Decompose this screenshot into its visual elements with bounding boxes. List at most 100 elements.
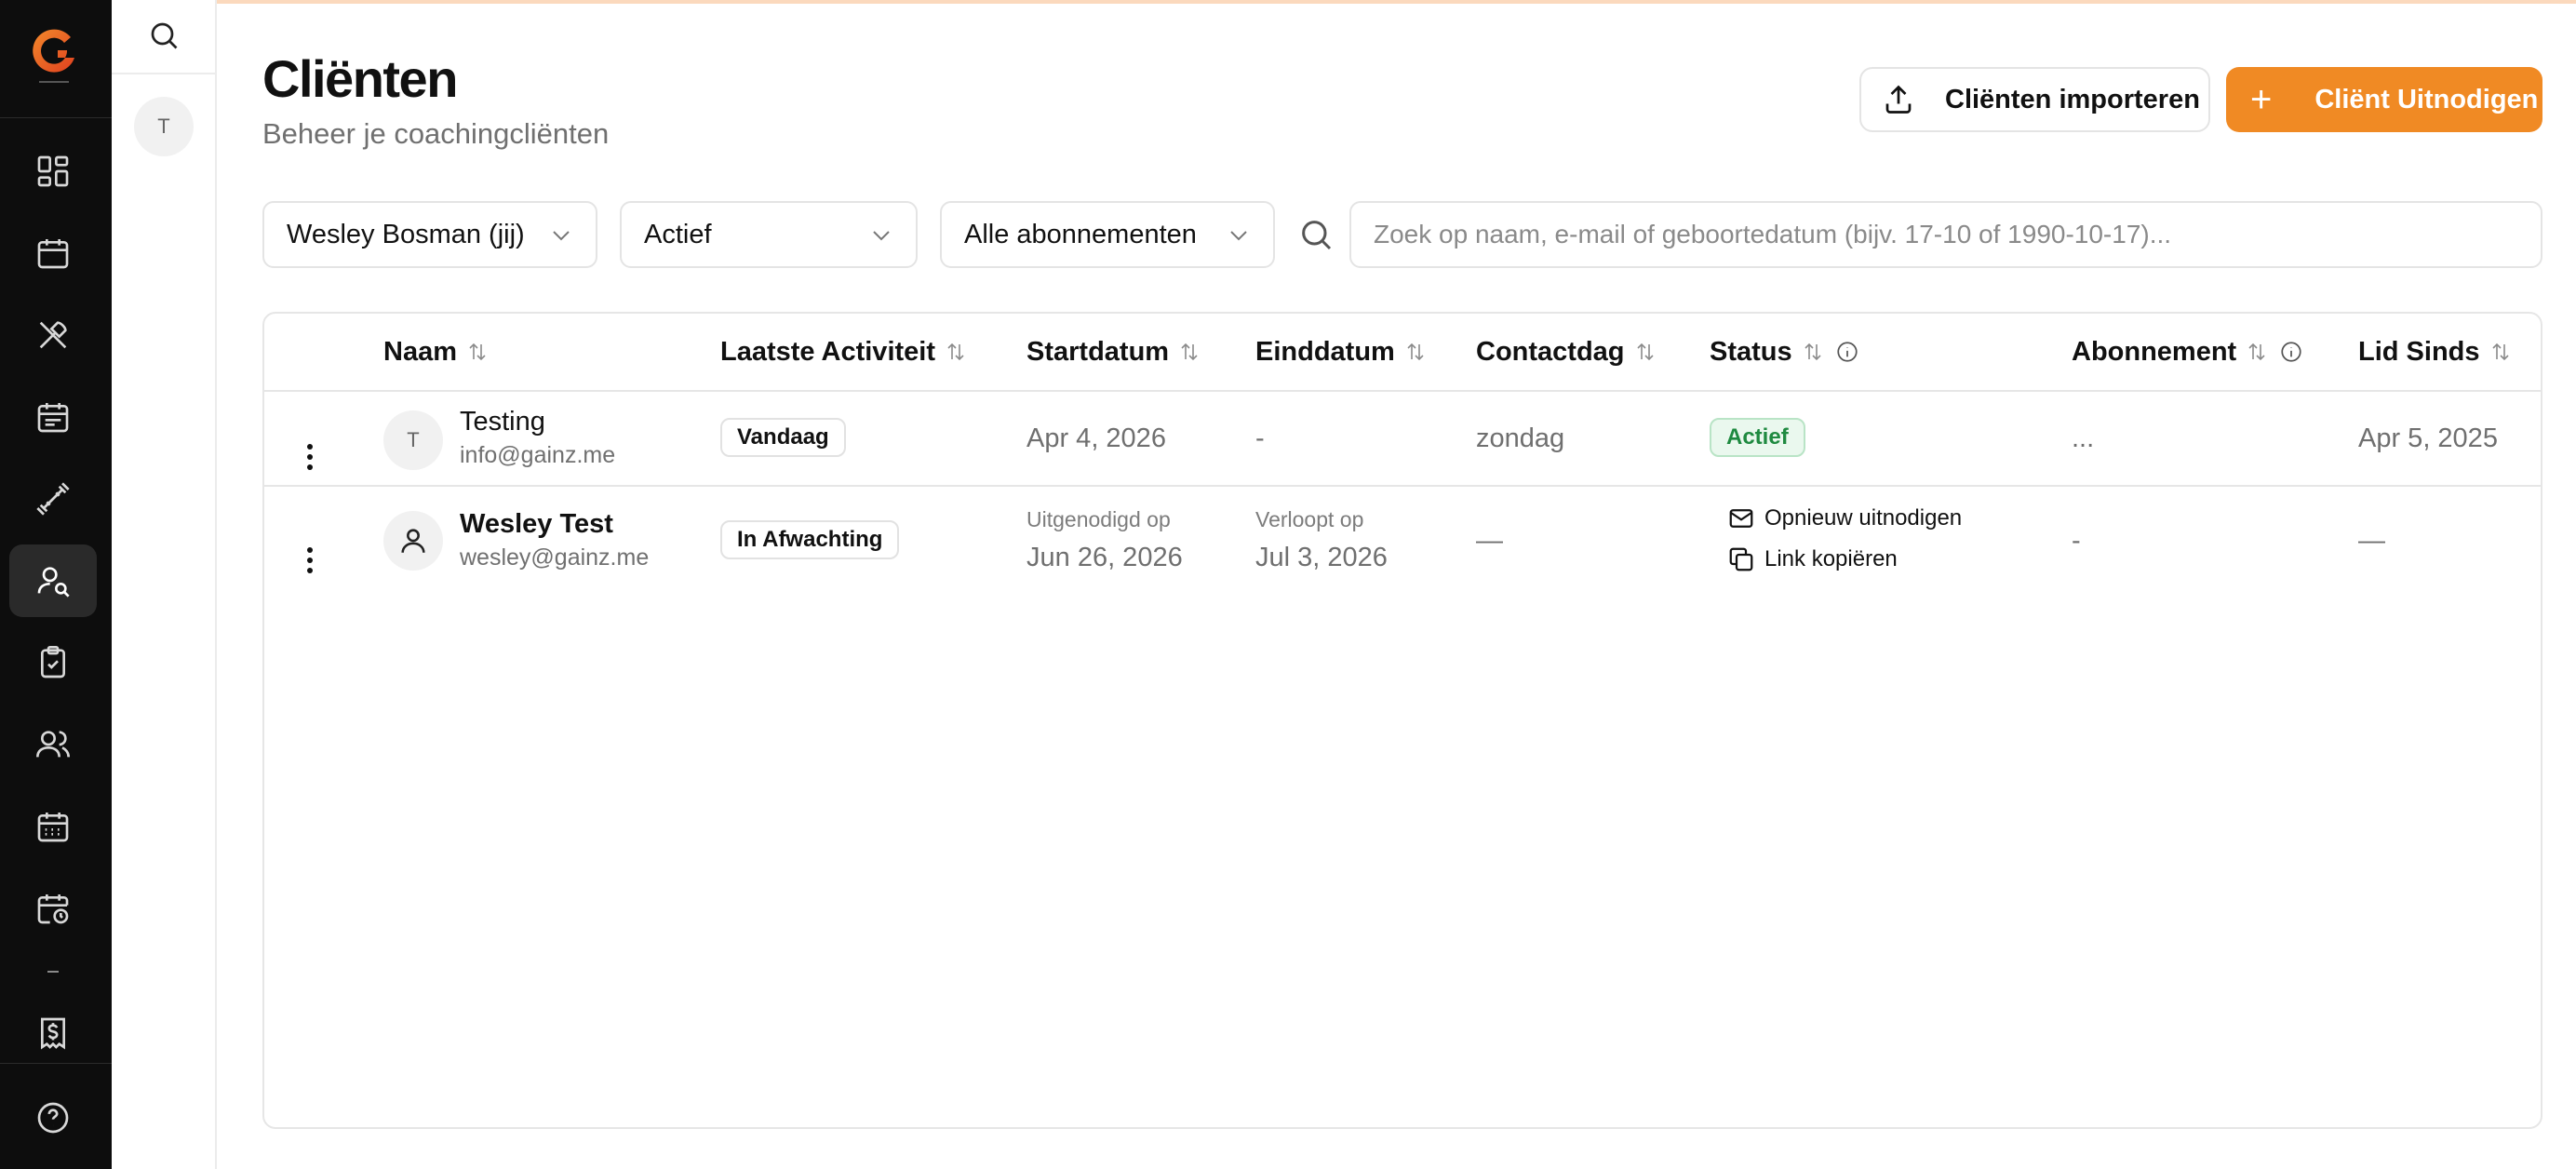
dashboard-icon xyxy=(37,155,69,187)
client-email: wesley@gainz.me xyxy=(460,544,650,571)
panel-divider xyxy=(112,73,217,74)
nav-dashboard[interactable] xyxy=(9,135,97,208)
clipboard-check-icon xyxy=(41,646,65,679)
subscription-filter-value: Alle abonnementen xyxy=(964,219,1197,249)
row-divider xyxy=(264,485,2541,487)
status-filter-value: Actief xyxy=(644,219,712,249)
calendar-grid-icon xyxy=(37,813,69,842)
nav-checkins[interactable] xyxy=(9,626,97,699)
sort-icon xyxy=(1181,343,1198,361)
more-vertical-icon xyxy=(307,444,313,470)
nav-clients[interactable] xyxy=(9,544,97,617)
avatar xyxy=(383,511,443,571)
nav-billing[interactable] xyxy=(9,997,97,1069)
info-icon[interactable] xyxy=(2279,340,2303,364)
chevron-down-icon xyxy=(553,231,570,241)
contact-day: zondag xyxy=(1476,423,1565,453)
column-header-label: Naam xyxy=(383,336,457,367)
page-title: Cliënten xyxy=(262,49,458,108)
copy-link-label: Link kopiëren xyxy=(1764,546,1898,571)
column-header-subscription[interactable]: Abonnement xyxy=(2072,314,2303,390)
client-name[interactable]: Wesley Test xyxy=(460,509,613,540)
sort-icon xyxy=(1407,343,1424,361)
column-header-label: Contactdag xyxy=(1476,336,1625,367)
column-header-label: Laatste Activiteit xyxy=(720,336,935,367)
client-quick-panel: T xyxy=(112,0,217,1169)
last-activity-badge: Vandaag xyxy=(720,418,846,457)
reinvite-label: Opnieuw uitnodigen xyxy=(1764,505,1963,531)
import-clients-button[interactable]: Cliënten importeren xyxy=(1859,67,2210,132)
nav-appointments[interactable] xyxy=(9,872,97,945)
nav-team[interactable] xyxy=(9,708,97,781)
column-header-label: Startdatum xyxy=(1026,336,1170,367)
nav-divider xyxy=(0,117,112,118)
nav-nutrition[interactable] xyxy=(9,299,97,371)
sort-icon xyxy=(1805,343,1821,361)
clients-table: Naam Laatste Activiteit Startdatum Eindd… xyxy=(262,312,2542,1129)
import-clients-label: Cliënten importeren xyxy=(1945,84,2200,114)
end-date-label: Verloopt op xyxy=(1255,507,1364,531)
user-search-icon xyxy=(37,567,70,598)
member-since: Apr 5, 2025 xyxy=(2358,423,2498,453)
plus-icon: + xyxy=(2250,79,2273,120)
client-avatar[interactable]: T xyxy=(134,97,194,156)
copy-link-button[interactable]: Link kopiëren xyxy=(1727,545,1898,573)
client-search-input[interactable] xyxy=(1349,201,2542,268)
help-circle-icon xyxy=(37,1102,69,1134)
column-header-contact-day[interactable]: Contactdag xyxy=(1476,314,1657,390)
mail-icon xyxy=(1729,509,1753,528)
status-filter-select[interactable]: Actief xyxy=(620,201,918,268)
start-date: Jun 26, 2026 xyxy=(1026,543,1183,572)
dumbbell-icon xyxy=(36,482,70,516)
search-icon[interactable] xyxy=(147,19,181,52)
chevron-down-icon xyxy=(1230,231,1247,241)
sort-icon xyxy=(947,343,964,361)
nav-divider-bottom xyxy=(0,1063,112,1064)
client-email: info@gainz.me xyxy=(460,442,616,468)
nav-separator-dash xyxy=(47,971,59,973)
main-sidebar xyxy=(0,0,112,1169)
reinvite-button[interactable]: Opnieuw uitnodigen xyxy=(1727,504,1962,532)
invite-client-label: Cliënt Uitnodigen xyxy=(2314,84,2539,114)
start-date: Apr 4, 2026 xyxy=(1026,423,1166,453)
column-header-label: Einddatum xyxy=(1255,336,1395,367)
avatar: T xyxy=(383,410,443,470)
copy-icon xyxy=(1729,547,1753,571)
column-header-status[interactable]: Status xyxy=(1710,314,1859,390)
upload-icon xyxy=(1885,85,1912,114)
status-badge: Actief xyxy=(1710,418,1805,457)
coach-filter-value: Wesley Bosman (jij) xyxy=(287,219,525,249)
nav-schedule[interactable] xyxy=(9,381,97,453)
page-subtitle: Beheer je coachingcliënten xyxy=(262,117,610,150)
nav-calendar[interactable] xyxy=(9,217,97,289)
row-menu-button[interactable] xyxy=(296,542,324,579)
column-header-end-date[interactable]: Einddatum xyxy=(1255,314,1427,390)
column-header-name[interactable]: Naam xyxy=(383,314,489,390)
nav-help[interactable] xyxy=(9,1082,97,1154)
column-header-start-date[interactable]: Startdatum xyxy=(1026,314,1201,390)
contact-day: — xyxy=(1476,526,1503,556)
invite-client-button[interactable]: + Cliënt Uitnodigen xyxy=(2226,67,2542,132)
member-since: — xyxy=(2358,526,2385,556)
last-activity-badge: In Afwachting xyxy=(720,520,900,559)
column-header-last-activity[interactable]: Laatste Activiteit xyxy=(720,314,967,390)
app-logo[interactable] xyxy=(26,24,82,86)
calendar-list-icon xyxy=(37,403,69,433)
top-accent-line xyxy=(0,0,2576,4)
receipt-dollar-icon xyxy=(41,1017,65,1050)
subscription-value: - xyxy=(2072,526,2081,556)
info-icon[interactable] xyxy=(1835,340,1859,364)
sort-icon xyxy=(2248,343,2265,361)
nav-planner[interactable] xyxy=(9,790,97,863)
subscription-filter-select[interactable]: Alle abonnementen xyxy=(940,201,1275,268)
column-header-label: Abonnement xyxy=(2072,336,2237,367)
column-header-member-since[interactable]: Lid Sinds xyxy=(2358,314,2512,390)
row-menu-button[interactable] xyxy=(296,438,324,476)
sort-icon xyxy=(1636,343,1654,361)
client-name[interactable]: Testing xyxy=(460,407,545,437)
column-header-label: Lid Sinds xyxy=(2358,336,2480,367)
coach-filter-select[interactable]: Wesley Bosman (jij) xyxy=(262,201,597,268)
nav-workouts[interactable] xyxy=(9,463,97,535)
sort-icon xyxy=(2491,343,2509,361)
user-icon xyxy=(401,529,425,553)
